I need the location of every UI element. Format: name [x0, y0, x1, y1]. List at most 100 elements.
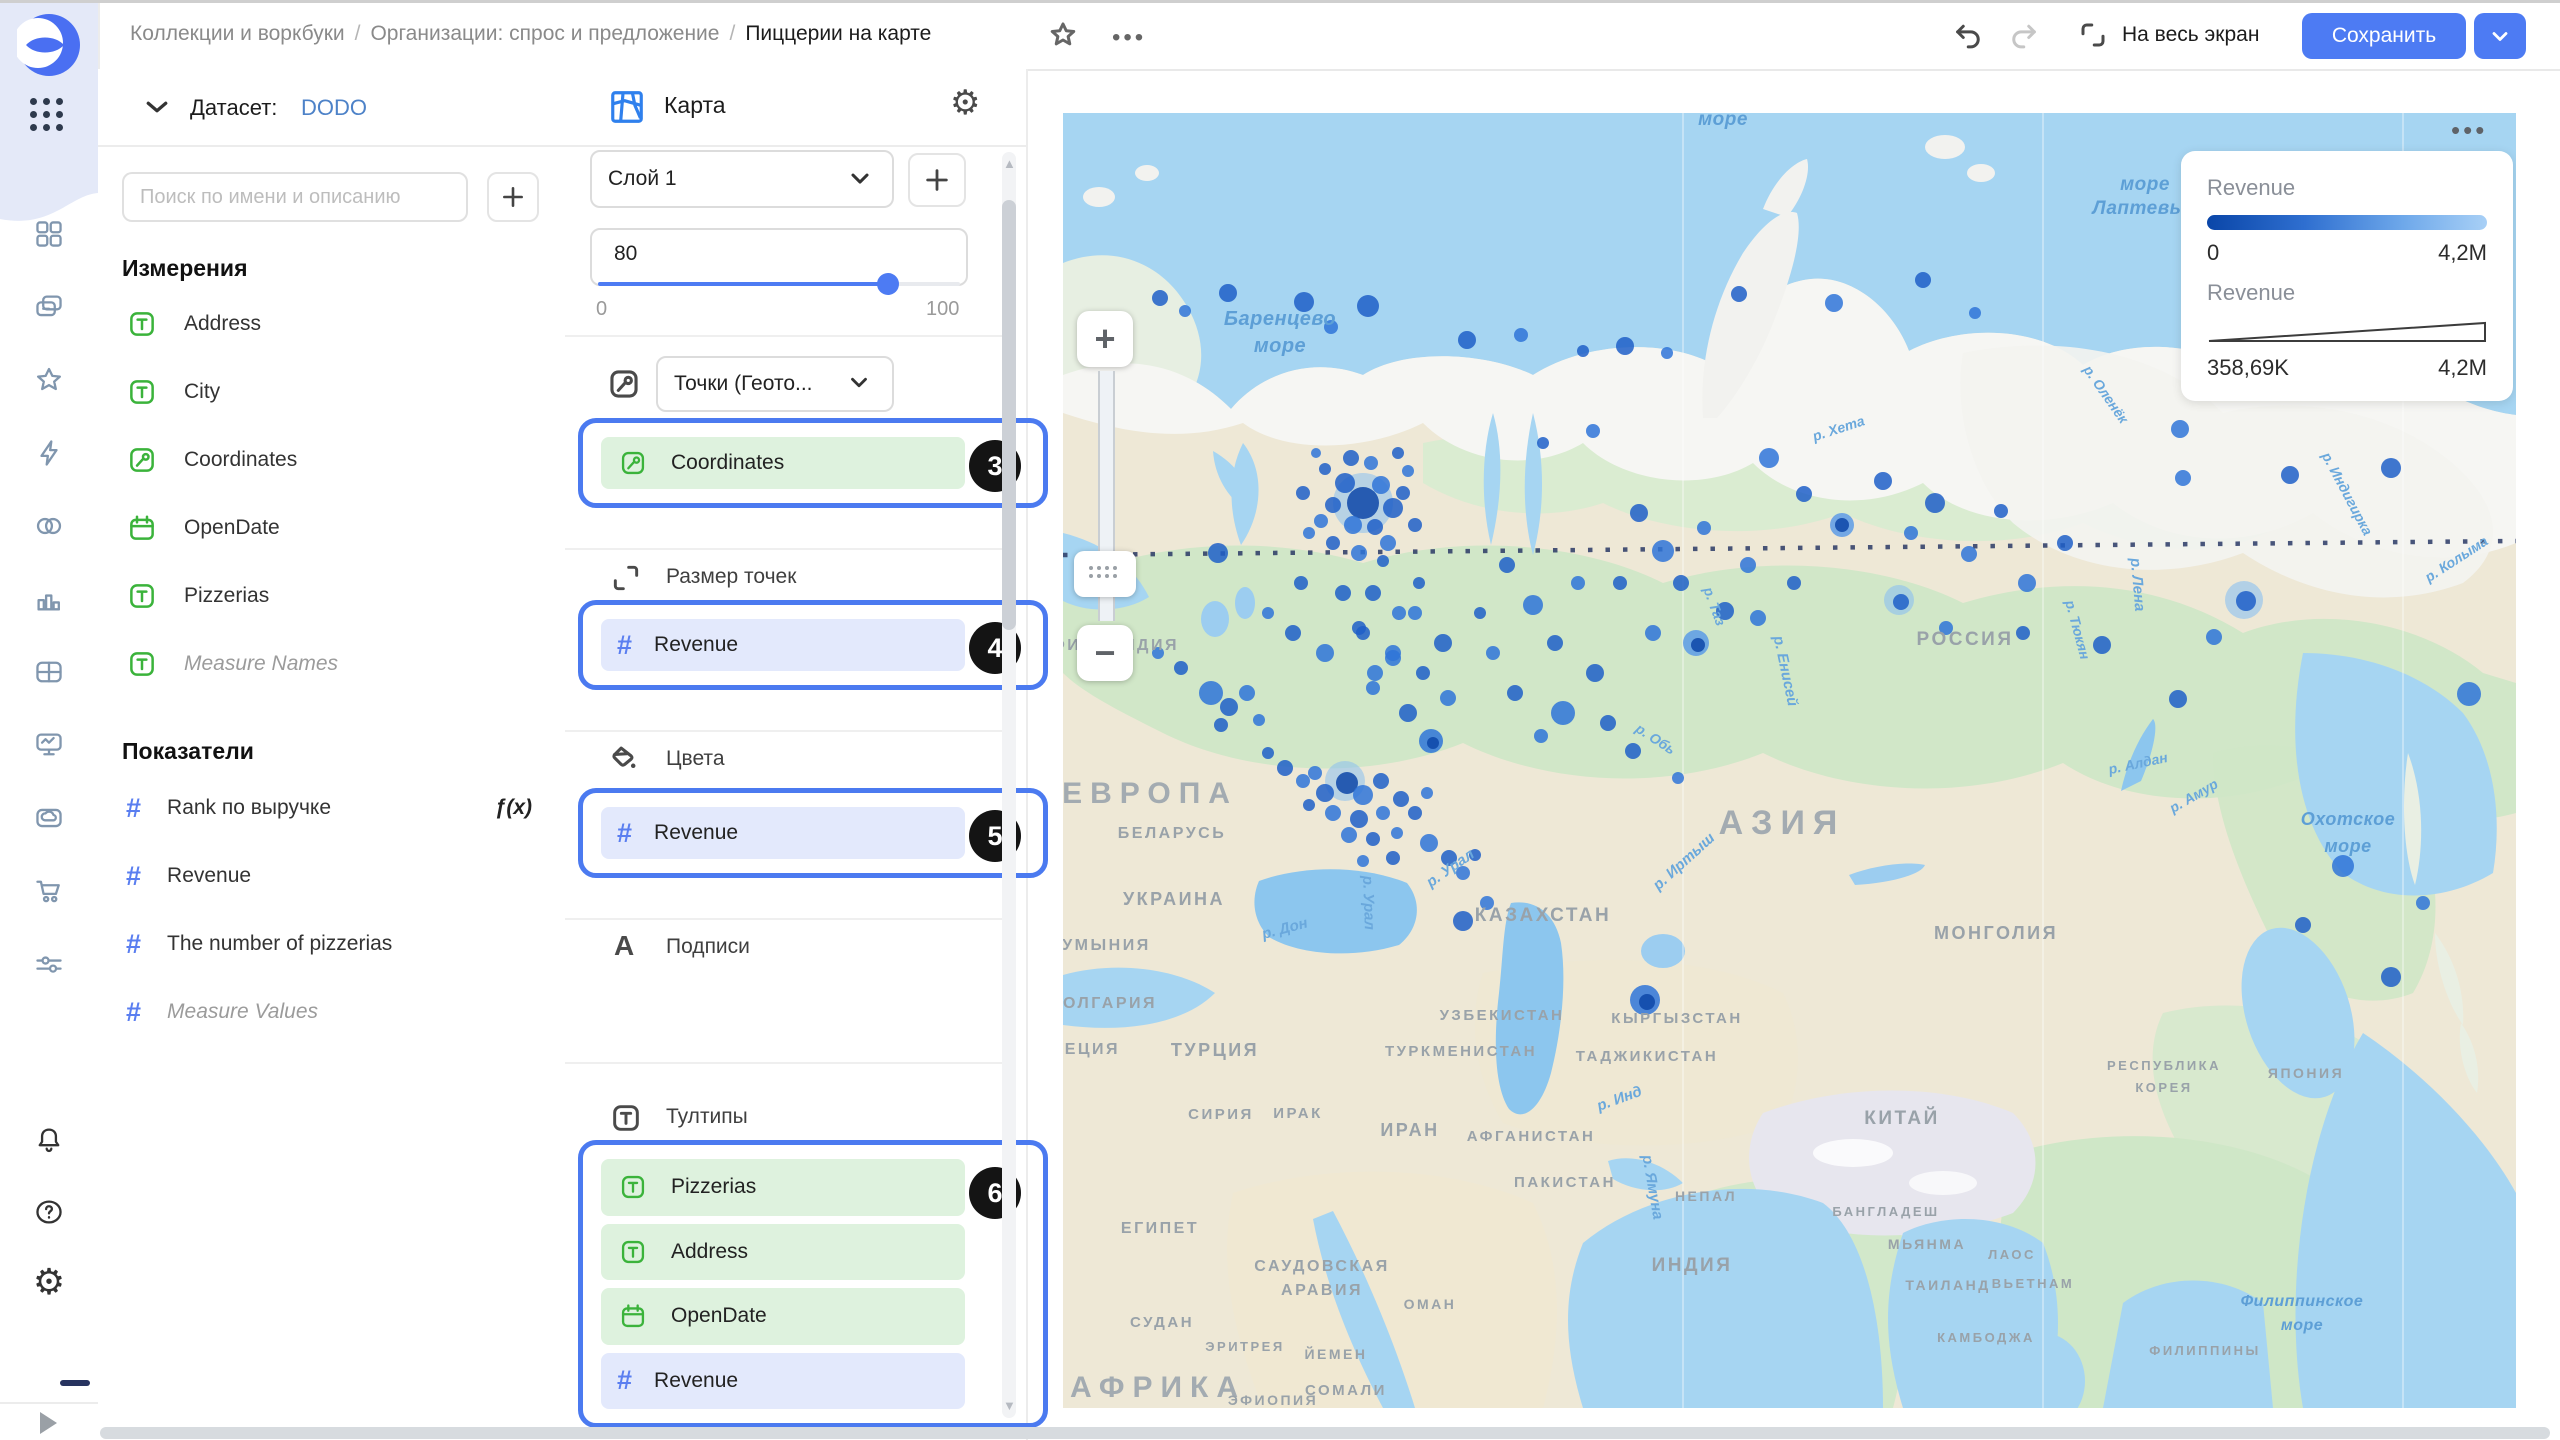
scroll-up-icon[interactable]: ▲: [1003, 156, 1015, 171]
field-row-city[interactable]: City: [126, 370, 546, 414]
svg-text:ЭРИТРЕЯ: ЭРИТРЕЯ: [1205, 1339, 1284, 1354]
dataset-name-link[interactable]: DODO: [301, 95, 367, 121]
sidebar-dashboards-icon[interactable]: [23, 208, 75, 260]
text-field-icon: [126, 580, 158, 612]
field-row-opendate[interactable]: OpenDate: [126, 506, 546, 550]
map-zoom-in-button[interactable]: +: [1077, 311, 1133, 367]
dimensions-list: Address City Coordinates OpenDate Pizzerias M…: [126, 302, 546, 686]
svg-text:ИРАН: ИРАН: [1380, 1120, 1439, 1140]
geopoints-icon: [606, 366, 642, 402]
layer-select-value: Слой 1: [608, 167, 677, 191]
breadcrumb-collections[interactable]: Коллекции и воркбуки: [130, 22, 345, 45]
app-window: Коллекции и воркбуки/Организации: спрос …: [0, 0, 2560, 1440]
chip-coordinates[interactable]: Coordinates: [601, 437, 965, 489]
sidebar-marketplace-icon[interactable]: [23, 865, 75, 917]
chip-revenue[interactable]: #Revenue: [601, 807, 965, 859]
redo-icon[interactable]: [2008, 18, 2042, 52]
sidebar-tables-icon[interactable]: [23, 646, 75, 698]
scroll-down-icon[interactable]: ▼: [1003, 1398, 1015, 1413]
chip-revenue[interactable]: #Revenue: [601, 1353, 965, 1410]
opacity-slider[interactable]: [598, 282, 960, 286]
map-chart-type-icon[interactable]: [608, 88, 646, 126]
geotype-select[interactable]: Точки (Геото...: [656, 356, 894, 412]
dataset-label: Датасет:: [190, 95, 277, 121]
chip-opendate[interactable]: OpenDate: [601, 1288, 965, 1345]
svg-text:ВЬЕТНАМ: ВЬЕТНАМ: [1992, 1276, 2074, 1291]
field-row-coordinates[interactable]: Coordinates: [126, 438, 546, 482]
map-canvas[interactable]: ЕВРОПААЗИЯАФРИКАРОССИЯФИНЛЯНДИЯБЕЛАРУСЬУ…: [1063, 113, 2516, 1408]
settings-gear-icon[interactable]: ⚙: [23, 1256, 75, 1308]
apps-grid-icon[interactable]: [30, 98, 70, 138]
svg-text:САУДОВСКАЯ: САУДОВСКАЯ: [1254, 1258, 1389, 1275]
field-row-revenue[interactable]: #Revenue: [126, 854, 546, 898]
breadcrumb-separator: /: [719, 22, 745, 45]
chip-revenue[interactable]: #Revenue: [601, 619, 965, 671]
breadcrumb-separator: /: [345, 22, 371, 45]
svg-text:ТУРЦИЯ: ТУРЦИЯ: [1171, 1040, 1259, 1060]
sidebar-collapse-handle[interactable]: [60, 1380, 90, 1386]
sidebar-charts-icon[interactable]: [23, 573, 75, 625]
sidebar-monitoring-icon[interactable]: [23, 719, 75, 771]
svg-text:КАЗАХСТАН: КАЗАХСТАН: [1475, 905, 1612, 926]
sidebar-services-icon[interactable]: [23, 938, 75, 990]
chip-pizzerias[interactable]: Pizzerias: [601, 1159, 965, 1216]
datalens-logo[interactable]: [17, 13, 81, 77]
favorite-star-icon[interactable]: [1046, 18, 1080, 52]
sidebar-collections-icon[interactable]: [23, 281, 75, 333]
add-layer-button[interactable]: [908, 153, 966, 207]
sidebar-quick-actions-icon[interactable]: [23, 427, 75, 479]
chip-address[interactable]: Address: [601, 1224, 965, 1281]
field-row-the-number-of-pizzerias[interactable]: #The number of pizzerias: [126, 922, 546, 966]
breadcrumb-workbook[interactable]: Организации: спрос и предложение: [370, 22, 719, 45]
svg-text:ЙЕМЕН: ЙЕМЕН: [1304, 1345, 1367, 1362]
svg-text:р. Урал: р. Урал: [1359, 874, 1378, 931]
dataset-collapse-chevron-icon[interactable]: [142, 92, 172, 122]
save-button[interactable]: Сохранить: [2302, 13, 2466, 59]
map-more-icon[interactable]: •••: [2451, 115, 2487, 146]
fullscreen-label[interactable]: На весь экран: [2122, 23, 2259, 47]
horizontal-scrollbar[interactable]: [100, 1427, 2550, 1439]
colors-icon: [606, 740, 642, 776]
fullscreen-icon[interactable]: [2076, 18, 2110, 52]
sidebar-relations-icon[interactable]: [23, 500, 75, 552]
notifications-bell-icon[interactable]: [23, 1114, 75, 1166]
section-divider: [565, 335, 1002, 337]
number-field-icon: #: [617, 632, 632, 659]
add-field-button[interactable]: [487, 172, 539, 222]
section-divider: [565, 918, 1002, 920]
field-row-measure-names[interactable]: Measure Names: [126, 642, 546, 686]
labels-section-icon: A: [614, 930, 634, 962]
breadcrumb-more-icon[interactable]: •••: [1112, 24, 1146, 52]
field-row-measure-values[interactable]: #Measure Values: [126, 990, 546, 1034]
svg-text:ИРАК: ИРАК: [1273, 1105, 1322, 1122]
field-search-input[interactable]: [122, 172, 468, 222]
field-row-rank-по-выручке[interactable]: #Rank по выручкеƒ(x): [126, 786, 546, 830]
svg-text:ГРЕЦИЯ: ГРЕЦИЯ: [1063, 1041, 1120, 1058]
svg-text:БЕЛАРУСЬ: БЕЛАРУСЬ: [1118, 825, 1226, 842]
opacity-slider-knob[interactable]: [877, 273, 899, 295]
chart-settings-gear-icon[interactable]: ⚙: [950, 86, 980, 120]
svg-text:ЕВРОПА: ЕВРОПА: [1063, 777, 1238, 810]
panel-scrollbar-thumb[interactable]: [1002, 200, 1016, 630]
svg-text:АЗИЯ: АЗИЯ: [1719, 804, 1846, 842]
field-row-pizzerias[interactable]: Pizzerias: [126, 574, 546, 618]
svg-text:АФГАНИСТАН: АФГАНИСТАН: [1467, 1128, 1596, 1145]
map-zoom-out-button[interactable]: −: [1077, 625, 1133, 681]
map-legend: Revenue 0 4,2M Revenue 358,69K 4,2M: [2181, 151, 2513, 401]
map-zoom-slider-handle[interactable]: [1074, 551, 1136, 597]
svg-text:море: море: [2324, 836, 2371, 856]
save-dropdown-button[interactable]: [2474, 13, 2526, 59]
svg-text:УКРАИНА: УКРАИНА: [1123, 889, 1225, 909]
field-row-address[interactable]: Address: [126, 302, 546, 346]
help-icon[interactable]: [23, 1186, 75, 1238]
sidebar-storage-icon[interactable]: [23, 792, 75, 844]
sidebar-expand-icon[interactable]: [40, 1412, 57, 1434]
opacity-value[interactable]: 80: [614, 242, 637, 266]
text-field-icon: [126, 308, 158, 340]
layer-select[interactable]: Слой 1: [590, 150, 894, 208]
sidebar-favorites-icon[interactable]: [23, 354, 75, 406]
svg-text:КАМБОДЖА: КАМБОДЖА: [1937, 1330, 2035, 1345]
legend-color-gradient: [2207, 215, 2487, 230]
labels-section-label: Подписи: [666, 935, 750, 959]
undo-icon[interactable]: [1950, 18, 1984, 52]
